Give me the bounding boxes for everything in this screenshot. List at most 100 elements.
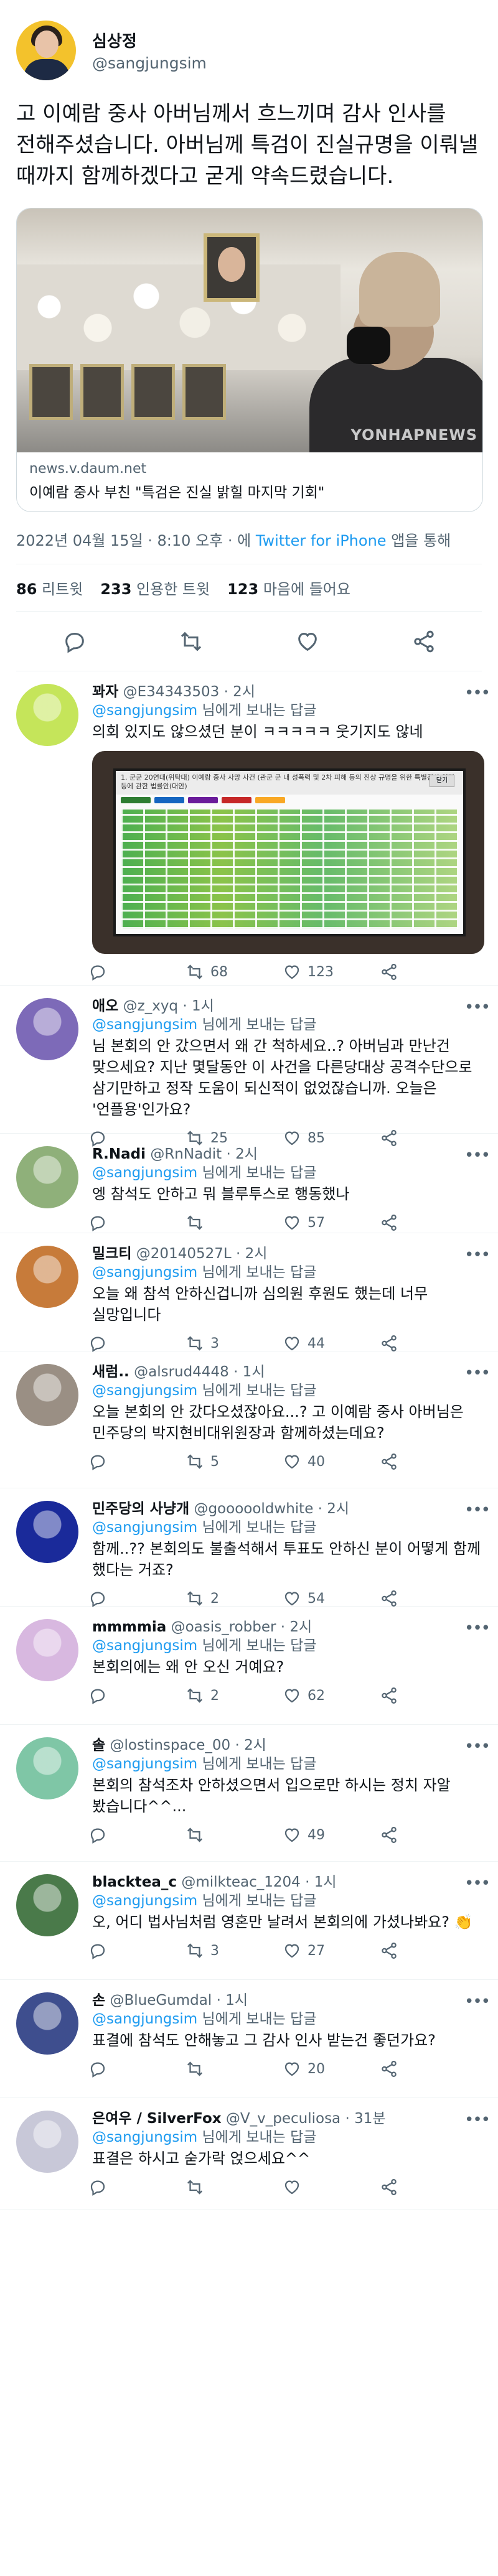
share-button[interactable] — [380, 2060, 398, 2078]
reply-author-handle[interactable]: @20140527L — [136, 1246, 232, 1262]
retweet-button[interactable] — [186, 1213, 283, 1232]
avatar[interactable] — [16, 2111, 78, 2173]
reply-tweet[interactable]: ••• 밀크티 @20140527L · 2시 @sangjungsim 님에게… — [0, 1233, 498, 1353]
reply-author-handle[interactable]: @BlueGumdal — [110, 1992, 212, 2009]
more-icon[interactable]: ••• — [464, 1992, 491, 2011]
reply-button[interactable] — [88, 2178, 186, 2196]
avatar[interactable] — [16, 1246, 78, 1308]
like-button[interactable]: 40 — [283, 1452, 380, 1471]
replying-to-mention[interactable]: @sangjungsim — [92, 1519, 197, 1536]
retweet-button[interactable] — [186, 1826, 283, 1844]
reply-tweet[interactable]: ••• 민주당의 사냥개 @goooooldwhite · 2시 @sangju… — [0, 1488, 498, 1607]
like-button[interactable] — [283, 2178, 380, 2196]
reply-author-handle[interactable]: @V_v_peculiosa — [226, 2111, 341, 2127]
avatar[interactable] — [16, 1364, 78, 1426]
reply-time[interactable]: · 2시 — [235, 1737, 266, 1753]
reply-button[interactable] — [88, 1826, 186, 1844]
reply-button[interactable] — [88, 1589, 186, 1608]
reply-tweet[interactable]: ••• mmmmia @oasis_robber · 2시 @sangjungs… — [0, 1607, 498, 1725]
reply-author-name[interactable]: 밀크티 — [92, 1246, 131, 1262]
more-icon[interactable]: ••• — [464, 1246, 491, 1264]
share-button[interactable] — [380, 963, 398, 981]
avatar[interactable] — [16, 1501, 78, 1563]
reply-author-handle[interactable]: @lostinspace_00 — [110, 1737, 230, 1753]
share-button[interactable] — [380, 1826, 398, 1844]
avatar[interactable] — [16, 1619, 78, 1681]
reply-tweet[interactable]: ••• 솔 @lostinspace_00 · 2시 @sangjungsim … — [0, 1725, 498, 1862]
reply-tweet[interactable]: ••• 은여우 / SilverFox @V_v_peculiosa · 31분… — [0, 2098, 498, 2210]
heart-icon[interactable] — [295, 629, 320, 654]
link-card[interactable]: YONHAPNEWS news.v.daum.net 이예람 중사 부친 "특검… — [16, 208, 483, 512]
source-app-link[interactable]: Twitter for iPhone — [256, 532, 387, 549]
reply-time[interactable]: · 1시 — [182, 998, 214, 1014]
reply-author-handle[interactable]: @z_xyq — [123, 998, 178, 1014]
more-icon[interactable]: ••• — [464, 1364, 491, 1383]
reply-author-name[interactable]: mmmmia — [92, 1619, 166, 1635]
share-button[interactable] — [380, 1452, 398, 1471]
avatar[interactable] — [16, 21, 76, 80]
share-button[interactable] — [380, 1334, 398, 1353]
retweet-button[interactable]: 2 — [186, 1589, 283, 1608]
reply-author-name[interactable]: 솔 — [92, 1737, 105, 1753]
reply-time[interactable]: · 31분 — [345, 2111, 385, 2127]
retweet-button[interactable]: 3 — [186, 1334, 283, 1353]
reply-button[interactable] — [88, 1686, 186, 1705]
like-button[interactable]: 57 — [283, 1213, 380, 1232]
avatar[interactable] — [16, 684, 78, 746]
like-button[interactable]: 54 — [283, 1589, 380, 1608]
replying-to-mention[interactable]: @sangjungsim — [92, 2011, 197, 2027]
avatar[interactable] — [16, 1737, 78, 1799]
replying-to-mention[interactable]: @sangjungsim — [92, 1756, 197, 1772]
card-image[interactable]: YONHAPNEWS — [17, 208, 482, 452]
replying-to-mention[interactable]: @sangjungsim — [92, 1017, 197, 1033]
quote-count[interactable]: 233 인용한 트윗 — [100, 577, 210, 599]
reply-button[interactable] — [88, 1334, 186, 1353]
reply-media-image[interactable]: 1. 군군 20연대(위탁대) 이예람 중사 사망 사건 (관군 군 내 성폭력… — [92, 751, 484, 954]
reply-author-handle[interactable]: @milkteac_1204 — [181, 1874, 300, 1890]
reply-author-handle[interactable]: @RnNadit — [150, 1146, 222, 1162]
share-button[interactable] — [380, 1941, 398, 1960]
reply-button[interactable] — [88, 2060, 186, 2078]
reply-author-name[interactable]: R.Nadi — [92, 1146, 146, 1162]
retweet-button[interactable] — [186, 2060, 283, 2078]
avatar[interactable] — [16, 1874, 78, 1936]
reply-button[interactable] — [88, 1941, 186, 1960]
reply-time[interactable]: · 1시 — [233, 1364, 265, 1380]
share-button[interactable] — [380, 2178, 398, 2196]
reply-time[interactable]: · 1시 — [305, 1874, 336, 1890]
author-handle[interactable]: @sangjungsim — [92, 54, 207, 72]
reply-icon[interactable] — [62, 629, 87, 654]
author-name[interactable]: 심상정 — [92, 29, 207, 52]
like-count[interactable]: 123 마음에 들어요 — [227, 577, 350, 599]
more-icon[interactable]: ••• — [464, 684, 491, 702]
replying-to-mention[interactable]: @sangjungsim — [92, 1383, 197, 1399]
replying-to-mention[interactable]: @sangjungsim — [92, 1165, 197, 1181]
more-icon[interactable]: ••• — [464, 1146, 491, 1165]
retweet-button[interactable]: 5 — [186, 1452, 283, 1471]
reply-time[interactable]: · 2시 — [224, 684, 255, 700]
retweet-button[interactable]: 3 — [186, 1941, 283, 1960]
replying-to-mention[interactable]: @sangjungsim — [92, 2129, 197, 2145]
retweet-button[interactable] — [186, 2178, 283, 2196]
like-button[interactable]: 44 — [283, 1334, 380, 1353]
reply-author-name[interactable]: blacktea_c — [92, 1874, 177, 1890]
reply-time[interactable]: · 2시 — [281, 1619, 312, 1635]
reply-tweet[interactable]: ••• 새럼.. @alsrud4448 · 1시 @sangjungsim 님… — [0, 1351, 498, 1488]
retweet-count[interactable]: 86 리트윗 — [16, 577, 83, 599]
reply-tweet[interactable]: ••• 애오 @z_xyq · 1시 @sangjungsim 님에게 보내는 … — [0, 986, 498, 1147]
share-button[interactable] — [380, 1686, 398, 1705]
reply-tweet[interactable]: ••• 손 @BlueGumdal · 1시 @sangjungsim 님에게 … — [0, 1980, 498, 2098]
share-button[interactable] — [380, 1589, 398, 1608]
reply-button[interactable] — [88, 1452, 186, 1471]
reply-tweet[interactable]: ••• 꽈자 @E34343503 · 2시 @sangjungsim 님에게 … — [0, 671, 498, 986]
reply-author-name[interactable]: 꽈자 — [92, 684, 118, 700]
reply-time[interactable]: · 2시 — [227, 1146, 258, 1162]
reply-time[interactable]: · 2시 — [318, 1501, 349, 1517]
like-button[interactable]: 49 — [283, 1826, 380, 1844]
retweet-button[interactable]: 2 — [186, 1686, 283, 1705]
reply-author-name[interactable]: 애오 — [92, 998, 118, 1014]
reply-author-handle[interactable]: @oasis_robber — [171, 1619, 276, 1635]
avatar[interactable] — [16, 998, 78, 1060]
share-button[interactable] — [380, 1213, 398, 1232]
reply-author-name[interactable]: 민주당의 사냥개 — [92, 1501, 189, 1517]
